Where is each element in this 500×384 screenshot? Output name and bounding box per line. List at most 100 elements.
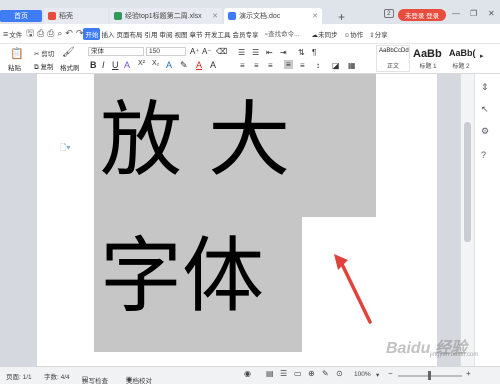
brush-icon[interactable]: 🖌	[62, 47, 75, 58]
paste-icon[interactable]: 📋	[10, 47, 24, 60]
menu-layout[interactable]: 页面布局	[115, 29, 143, 39]
adjust-icon[interactable]: ⚙	[481, 126, 489, 137]
styles-more-icon[interactable]: ▸	[480, 52, 484, 60]
redo-icon[interactable]: ↷	[76, 28, 84, 39]
document-icon	[228, 12, 236, 20]
scrollbar-thumb[interactable]	[464, 122, 471, 242]
subscript-icon[interactable]: X₂	[152, 60, 159, 67]
strikethrough-icon[interactable]: A	[124, 60, 130, 70]
superscript-icon[interactable]: X²	[138, 60, 145, 67]
close-icon[interactable]: ✕	[312, 12, 318, 20]
maximize-icon[interactable]: ❐	[470, 9, 477, 18]
font-color-icon[interactable]: A	[196, 60, 202, 70]
menu-file[interactable]: 文件	[8, 29, 23, 39]
spreadsheet-icon	[114, 12, 122, 20]
print-icon[interactable]: ⎙	[47, 28, 54, 39]
tab-home[interactable]: 首页	[0, 10, 42, 22]
tab-xlsx[interactable]: 经验top1标题第二周.xlsx ✕	[110, 8, 222, 24]
read-view-icon[interactable]: ▭	[294, 369, 302, 378]
italic-icon[interactable]: I	[102, 60, 105, 70]
border-icon[interactable]: ▦	[348, 61, 356, 70]
menu-home[interactable]: 开始	[83, 27, 101, 40]
bullets-icon[interactable]: ☰	[238, 48, 245, 57]
search-command[interactable]: ⌕查找命令...	[263, 28, 300, 39]
shrink-font-icon[interactable]: A⁻	[202, 47, 212, 56]
page-indicator[interactable]: 页面: 1/1	[6, 371, 32, 381]
font-name-select[interactable]: 宋体	[88, 47, 144, 56]
help-icon[interactable]: ?	[481, 150, 486, 160]
copy-button[interactable]: ⧉ 复制	[34, 61, 53, 72]
show-marks-icon[interactable]: ¶	[312, 48, 316, 57]
menu-dev[interactable]: 开发工具	[203, 29, 231, 39]
close-window-icon[interactable]: ✕	[488, 9, 495, 18]
share-button[interactable]: ⇪分享	[368, 29, 388, 39]
shading-icon[interactable]: ◪	[332, 61, 340, 70]
distributed-icon[interactable]: ≡	[300, 61, 305, 70]
outdent-icon[interactable]: ⇥	[280, 48, 287, 57]
style-normal[interactable]: AaBbCcDd 正文	[376, 45, 410, 72]
char-border-icon[interactable]: A	[210, 60, 216, 70]
sync-status[interactable]: ☁未同步	[311, 29, 339, 39]
outline-view-icon[interactable]: ☰	[280, 369, 287, 378]
undo-icon[interactable]: ↶	[65, 28, 73, 39]
page-view-icon[interactable]: ▤	[266, 369, 274, 378]
eye-icon[interactable]: ◉	[244, 369, 251, 378]
menu-member[interactable]: 会员专享	[231, 29, 259, 39]
menu-view[interactable]: 视图	[173, 29, 188, 39]
watermark-url: jingyan.baidu.com	[430, 352, 479, 358]
font-size-select[interactable]: 150	[146, 47, 186, 56]
paste-button[interactable]: 粘贴	[8, 62, 21, 72]
collab-button[interactable]: ☺协作	[343, 29, 365, 39]
vertical-scrollbar[interactable]	[460, 74, 474, 366]
annotation-arrow-icon	[334, 254, 372, 324]
clear-format-icon[interactable]: ⌫	[216, 47, 227, 56]
preview-icon[interactable]: ⌕	[57, 28, 62, 39]
format-painter-button[interactable]: 格式刷	[60, 62, 80, 72]
focus-view-icon[interactable]: ⊙	[336, 369, 343, 378]
grow-font-icon[interactable]: A⁺	[190, 47, 200, 56]
highlight-icon[interactable]: ✎	[180, 60, 188, 71]
new-tab-button[interactable]: +	[338, 10, 345, 24]
document-text-line[interactable]: 放 大	[100, 100, 290, 182]
zoom-in-icon[interactable]: +	[466, 369, 471, 378]
zoom-level[interactable]: 100%	[354, 371, 371, 378]
align-right-icon[interactable]: ≡	[268, 61, 273, 70]
export-pdf-icon[interactable]: ⎙	[37, 28, 44, 39]
minimize-icon[interactable]: —	[452, 9, 460, 18]
tab-doc[interactable]: 演示文档.doc ✕	[224, 8, 322, 24]
style-heading1[interactable]: AaBb 标题 1	[410, 45, 446, 72]
select-pointer-icon[interactable]: ↖	[481, 104, 489, 115]
word-count[interactable]: 字数: 4/4	[44, 371, 70, 381]
line-spacing-icon[interactable]: ↕	[316, 61, 320, 70]
zoom-slider-handle[interactable]	[428, 371, 431, 380]
bold-icon[interactable]: B	[90, 60, 97, 70]
write-view-icon[interactable]: ✎	[322, 369, 329, 378]
menu-review[interactable]: 审阅	[158, 29, 173, 39]
save-icon[interactable]: 🖫	[26, 26, 34, 42]
cut-button[interactable]: ✂ 剪切	[34, 48, 54, 58]
menu-insert[interactable]: 插入	[100, 29, 115, 39]
sort-icon[interactable]: ⇅	[298, 48, 305, 57]
web-view-icon[interactable]: ⊕	[308, 369, 315, 378]
align-left-icon[interactable]: ≡	[240, 61, 245, 70]
login-button[interactable]: 未登录 登录	[398, 9, 446, 21]
menu-chapter[interactable]: 章节	[188, 29, 203, 39]
paragraph-marker-icon[interactable]: 🗋▾	[60, 142, 70, 156]
tab-daoke[interactable]: 稻壳	[44, 8, 108, 24]
tab-label: 稻壳	[59, 13, 73, 20]
text-effect-icon[interactable]: A	[166, 60, 172, 70]
align-center-icon[interactable]: ≡	[254, 61, 259, 70]
status-bar: 页面: 1/1 字数: 4/4 ☑ 拼写检查 ▣ 文档校对 ◉ ▤ ☰ ▭ ⊕ …	[0, 366, 500, 384]
justify-icon[interactable]: ≡	[284, 60, 293, 69]
indent-icon[interactable]: ⇤	[266, 48, 273, 57]
expand-icon[interactable]: ⇕	[481, 82, 489, 93]
close-icon[interactable]: ✕	[212, 12, 218, 20]
window-badge[interactable]: 2	[384, 9, 394, 18]
document-text-line[interactable]: 字体	[100, 236, 264, 318]
numbering-icon[interactable]: ☰	[252, 48, 259, 57]
zoom-dropdown-icon[interactable]: ▾	[376, 371, 379, 379]
zoom-out-icon[interactable]: −	[388, 369, 393, 378]
underline-icon[interactable]: U	[112, 60, 119, 70]
style-heading2[interactable]: AaBb( 标题 2	[446, 45, 476, 72]
menu-reference[interactable]: 引用	[143, 29, 158, 39]
